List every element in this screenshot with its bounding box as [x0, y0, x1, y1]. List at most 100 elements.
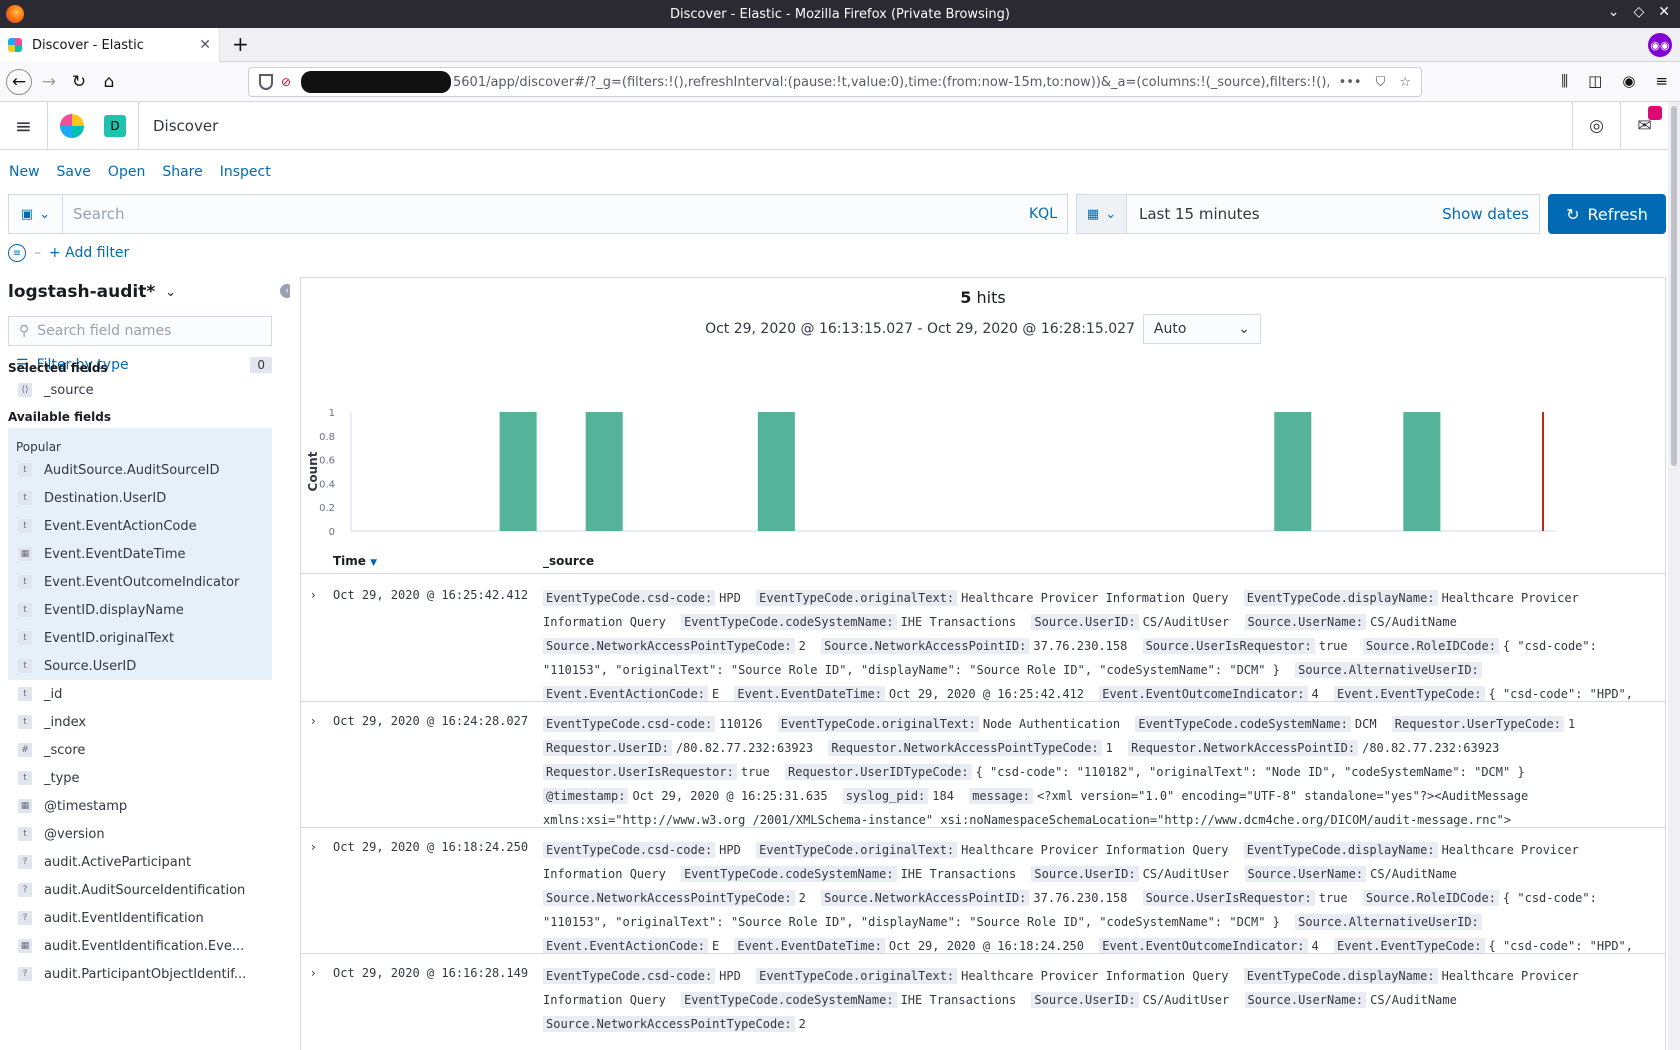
histogram-bar[interactable] — [757, 412, 795, 531]
url-bar[interactable]: ⊘ 5601/app/discover#/?_g=(filters:!(),re… — [248, 67, 1422, 97]
field-search-input[interactable]: ⚲ Search field names — [8, 316, 272, 346]
close-tab-icon[interactable]: ✕ — [199, 37, 211, 53]
available-field-item[interactable]: ? audit.AuditSourceIdentification — [8, 876, 272, 904]
show-dates-button[interactable]: Show dates — [1442, 205, 1539, 223]
reload-icon[interactable]: ↻ — [66, 70, 92, 94]
source-field-pair: EventTypeCode.csd-code: HPD — [543, 590, 749, 606]
histogram-bar[interactable] — [1403, 412, 1441, 531]
inspect-button[interactable]: Inspect — [220, 164, 271, 180]
account-icon[interactable]: ◉ — [1622, 72, 1635, 90]
new-button[interactable]: New — [9, 164, 40, 180]
popular-field-item[interactable]: t EventID.originalText — [8, 624, 272, 652]
tab-title: Discover - Elastic — [32, 37, 144, 53]
available-field-item[interactable]: t _index — [8, 708, 272, 736]
expand-row-icon[interactable]: › — [311, 966, 316, 980]
kql-toggle-button[interactable]: KQL — [1019, 206, 1067, 222]
date-range-text[interactable]: Last 15 minutes — [1127, 205, 1442, 223]
popular-field-item[interactable]: ▦ Event.EventDateTime — [8, 540, 272, 568]
histogram-bar[interactable] — [585, 412, 623, 531]
app-menu-icon[interactable]: ≡ — [1655, 72, 1668, 90]
index-pattern-selector[interactable]: logstash-audit* ⌄ — [8, 282, 176, 302]
table-row[interactable]: › Oct 29, 2020 @ 16:24:28.027 EventTypeCod… — [301, 702, 1665, 828]
save-button[interactable]: Save — [57, 164, 91, 180]
popular-field-item[interactable]: t AuditSource.AuditSourceID — [8, 456, 272, 484]
source-field-key: EventTypeCode.csd-code: — [543, 842, 716, 858]
home-icon[interactable]: ⌂ — [96, 70, 122, 94]
table-row[interactable]: › Oct 29, 2020 @ 16:16:28.149 EventTypeCod… — [301, 954, 1665, 1050]
page-scrollbar[interactable] — [1668, 102, 1680, 1050]
library-icon[interactable]: ⫼ — [1561, 72, 1568, 90]
tracking-protection-icon[interactable] — [259, 74, 273, 90]
newsfeed-icon[interactable]: ✉ — [1620, 102, 1668, 150]
y-tick-label: 0.8 — [319, 432, 335, 443]
pocket-icon[interactable]: ⛉ — [1376, 75, 1386, 90]
saved-query-button[interactable]: ▣ ⌄ — [9, 195, 63, 233]
popular-field-item[interactable]: t EventID.displayName — [8, 596, 272, 624]
time-column-header[interactable]: Time ▼ — [333, 554, 377, 568]
interval-select[interactable]: Auto ⌄ — [1142, 314, 1261, 344]
histogram-chart[interactable]: 00.20.40.60.81Count16:14:0016:15:0016:16… — [301, 348, 1665, 548]
selected-field-item[interactable]: ⟨⟩ _source — [8, 376, 272, 404]
page-actions-icon[interactable]: ••• — [1339, 75, 1362, 90]
quick-select-button[interactable]: ▦ ⌄ — [1077, 195, 1127, 233]
scrollbar-thumb[interactable] — [1671, 106, 1677, 466]
source-field-pair: Requestor.UserIDTypeCode:{ "csd-code": "… — [784, 764, 1533, 780]
space-avatar[interactable]: D — [104, 114, 126, 137]
bookmark-star-icon[interactable]: ☆ — [1399, 75, 1411, 90]
field-name: _index — [44, 714, 87, 730]
source-field-value: IHE Transactions — [900, 993, 1017, 1007]
source-field-key: Source.UserID: — [1031, 992, 1139, 1008]
available-field-item[interactable]: ? audit.ActiveParticipant — [8, 848, 272, 876]
refresh-button[interactable]: ↻ Refresh — [1548, 194, 1666, 234]
browser-tab[interactable]: Discover - Elastic ✕ — [0, 28, 220, 62]
available-field-item[interactable]: ? audit.EventIdentification — [8, 904, 272, 932]
add-filter-button[interactable]: + Add filter — [49, 245, 129, 261]
available-field-item[interactable]: ▦ @timestamp — [8, 792, 272, 820]
popular-field-item[interactable]: t Event.EventOutcomeIndicator — [8, 568, 272, 596]
help-icon[interactable]: ◎ — [1572, 102, 1620, 150]
minimize-icon[interactable]: ⌄ — [1608, 4, 1620, 20]
histogram-bar[interactable] — [499, 412, 537, 531]
available-field-item[interactable]: t @version — [8, 820, 272, 848]
share-button[interactable]: Share — [162, 164, 202, 180]
back-arrow-icon[interactable]: ← — [6, 69, 32, 95]
sort-down-icon[interactable]: ▼ — [370, 558, 377, 568]
popular-field-item[interactable]: t Source.UserID — [8, 652, 272, 680]
source-field-pair: Source.UserID: CS/AuditUser — [1031, 992, 1237, 1008]
table-row[interactable]: › Oct 29, 2020 @ 16:25:42.412 EventTypeCod… — [301, 576, 1665, 702]
field-type-icon: ? — [18, 967, 32, 981]
popular-field-item[interactable]: t Event.EventActionCode — [8, 512, 272, 540]
histogram-bar[interactable] — [1274, 412, 1312, 531]
source-field-value: true — [1318, 891, 1348, 905]
available-field-item[interactable]: ? audit.ParticipantObjectIdentif... — [8, 960, 272, 988]
maximize-icon[interactable]: ◇ — [1633, 4, 1644, 20]
open-button[interactable]: Open — [108, 164, 145, 180]
available-field-item[interactable]: # _score — [8, 736, 272, 764]
collapse-sidebar-icon[interactable]: ‹ — [280, 284, 290, 298]
search-input[interactable]: Search — [63, 205, 1019, 223]
expand-row-icon[interactable]: › — [311, 588, 316, 602]
source-field-value: CS/AuditName — [1370, 615, 1457, 629]
table-row[interactable]: › Oct 29, 2020 @ 16:18:24.250 EventTypeCod… — [301, 828, 1665, 954]
source-field-value: /80.82.77.232:63923 — [1362, 741, 1500, 755]
expand-row-icon[interactable]: › — [311, 714, 316, 728]
available-field-item[interactable]: ▦ audit.EventIdentification.Eve... — [8, 932, 272, 960]
expand-row-icon[interactable]: › — [311, 840, 316, 854]
saved-query-icon: ▣ — [20, 206, 34, 222]
available-field-item[interactable]: t _type — [8, 764, 272, 792]
source-field-pair: EventTypeCode.codeSystemName: IHE Transac… — [681, 866, 1024, 882]
field-type-icon: t — [18, 715, 32, 729]
source-field-value: CS/AuditUser — [1142, 615, 1230, 629]
new-tab-icon[interactable]: + — [232, 32, 249, 56]
popular-field-item[interactable]: t Destination.UserID — [8, 484, 272, 512]
forward-arrow-icon[interactable]: → — [36, 70, 62, 94]
insecure-connection-icon[interactable]: ⊘ — [281, 75, 295, 89]
close-window-icon[interactable]: ✕ — [1658, 4, 1670, 20]
filter-options-icon[interactable]: ≡ — [8, 244, 26, 262]
elastic-logo[interactable] — [48, 113, 96, 138]
firefox-logo-icon — [6, 5, 24, 23]
available-field-item[interactable]: t _id — [8, 680, 272, 708]
url-text[interactable]: 5601/app/discover#/?_g=(filters:!(),refr… — [453, 75, 1329, 90]
sidebar-toggle-icon[interactable]: ◫ — [1588, 72, 1602, 90]
nav-menu-icon[interactable]: ≡ — [0, 101, 48, 150]
